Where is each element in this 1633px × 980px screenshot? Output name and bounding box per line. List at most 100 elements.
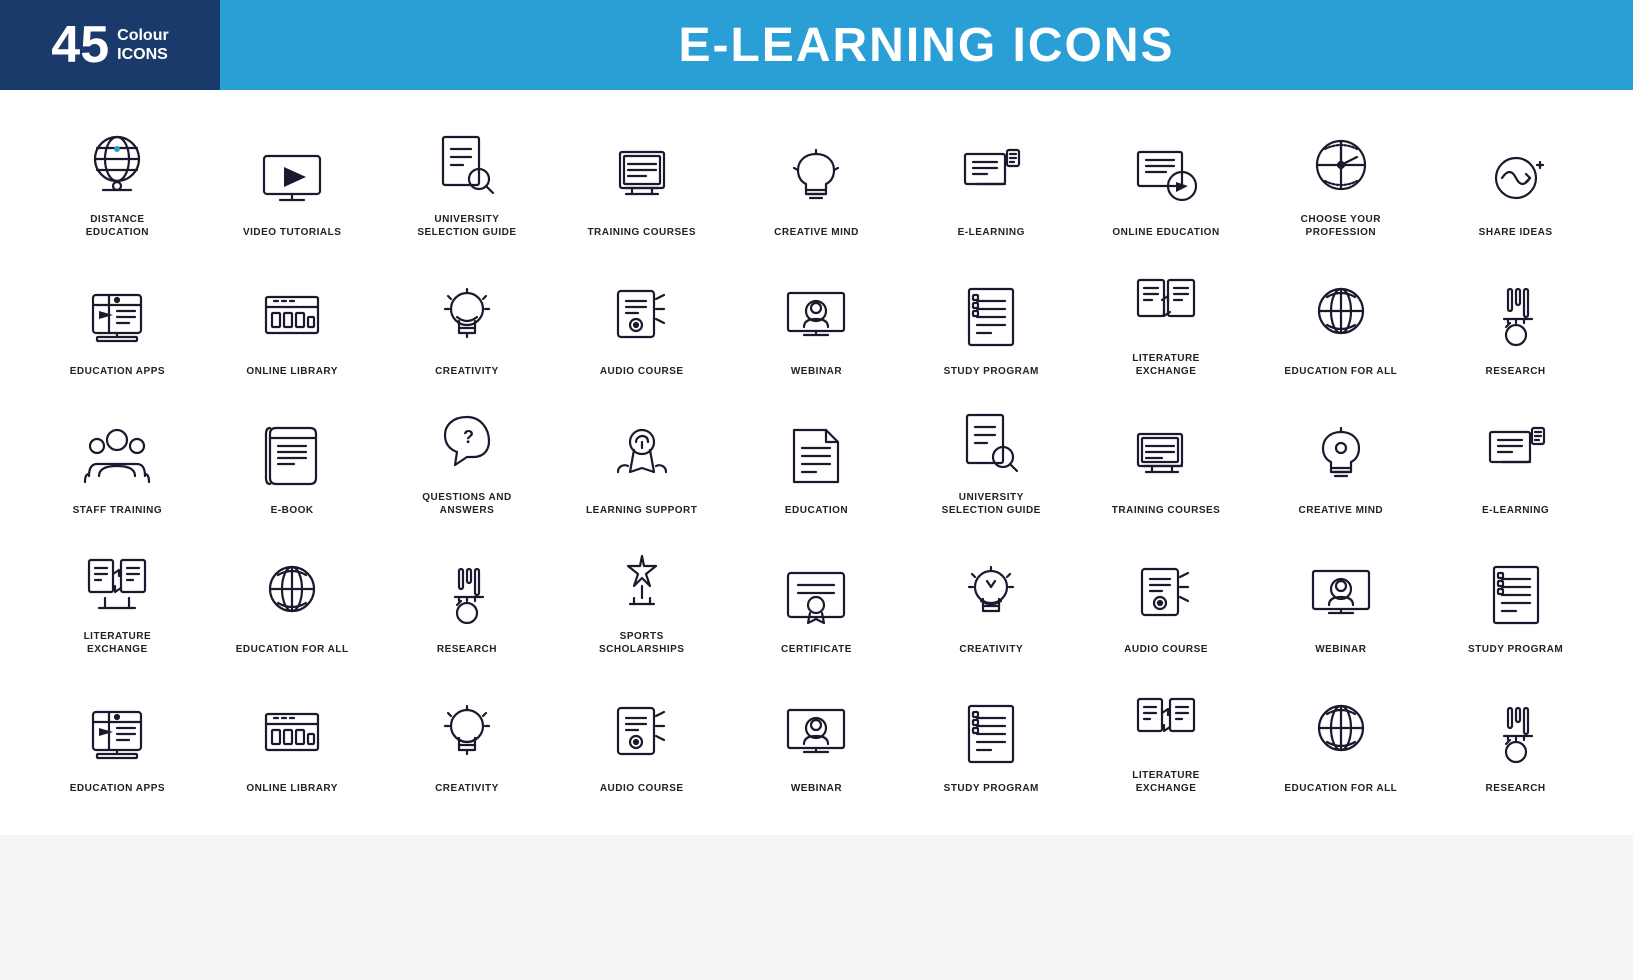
learning-support-label: LEARNING SUPPORT	[586, 504, 697, 517]
icon-study-program3[interactable]: STUDY PROGRAM	[904, 666, 1079, 805]
icon-audio-course[interactable]: AUDIO COURSE	[554, 249, 729, 388]
literature-exchange3-label: LITERATURE EXCHANGE	[1106, 769, 1226, 795]
icon-questions-and-answers[interactable]: ? QUESTIONS AND ANSWERS	[380, 388, 555, 527]
certificate-icon	[776, 555, 856, 635]
badge-text: Colour ICONS	[117, 26, 169, 64]
training-courses-icon	[602, 138, 682, 218]
icon-education[interactable]: EDUCATION	[729, 388, 904, 527]
icon-audio-course3[interactable]: AUDIO COURSE	[554, 666, 729, 805]
research3-label: RESEARCH	[1486, 782, 1546, 795]
icon-creativity-r2[interactable]: CREATIVITY	[380, 249, 555, 388]
icon-research3[interactable]: RESEARCH	[1428, 666, 1603, 805]
distance-education-label: DISTANCE EDUCATION	[57, 213, 177, 239]
education-for-all3-icon	[1301, 694, 1381, 774]
creativity2-label: CREATIVITY	[959, 643, 1023, 656]
icon-education-apps2[interactable]: EDUCATION APPS	[30, 666, 205, 805]
education-for-all-label: EDUCATION FOR ALL	[1284, 365, 1397, 378]
webinar3-icon	[776, 694, 856, 774]
online-library-icon	[252, 277, 332, 357]
e-book-label: E-BOOK	[271, 504, 314, 517]
literature-exchange2-label: LITERATURE EXCHANGE	[57, 630, 177, 656]
icon-share-ideas[interactable]: SHARE IDEAS	[1428, 110, 1603, 249]
creative-mind-label: CREATIVE MIND	[774, 226, 859, 239]
icon-education-apps[interactable]: EDUCATION APPS	[30, 249, 205, 388]
online-library-label: ONLINE LIBRARY	[246, 365, 338, 378]
webinar3-label: WEBINAR	[791, 782, 842, 795]
distance-education-icon	[77, 125, 157, 205]
icon-education-for-all3[interactable]: EDUCATION FOR ALL	[1253, 666, 1428, 805]
icon-university-selection-guide[interactable]: UNIVERSITY SELECTION GUIDE	[380, 110, 555, 249]
share-ideas-icon	[1476, 138, 1556, 218]
education-for-all-icon	[1301, 277, 1381, 357]
icon-creativity2[interactable]: CREATIVITY	[904, 527, 1079, 666]
icon-learning-support[interactable]: LEARNING SUPPORT	[554, 388, 729, 527]
certificate-label: CERTIFICATE	[781, 643, 852, 656]
icon-education-for-all[interactable]: EDUCATION FOR ALL	[1253, 249, 1428, 388]
icon-creative-mind2[interactable]: CREATIVE MIND	[1253, 388, 1428, 527]
badge-number: 45	[51, 19, 109, 71]
education-apps2-label: EDUCATION APPS	[70, 782, 165, 795]
audio-course-icon	[602, 277, 682, 357]
creative-mind2-label: CREATIVE MIND	[1299, 504, 1384, 517]
icon-webinar[interactable]: WEBINAR	[729, 249, 904, 388]
icon-certificate[interactable]: CERTIFICATE	[729, 527, 904, 666]
icon-video-tutorials[interactable]: VIDEO TUTORIALS	[205, 110, 380, 249]
icon-audio-course2[interactable]: AUDIO COURSE	[1079, 527, 1254, 666]
education-icon	[776, 416, 856, 496]
icon-e-learning[interactable]: E-LEARNING	[904, 110, 1079, 249]
icon-literature-exchange[interactable]: LITERATURE EXCHANGE	[1079, 249, 1254, 388]
icon-training-courses2[interactable]: TRAINING COURSES	[1079, 388, 1254, 527]
university-selection-guide2-icon	[951, 403, 1031, 483]
icons-grid: DISTANCE EDUCATION VIDEO TUTORIALS	[30, 110, 1603, 805]
training-courses2-label: TRAINING COURSES	[1112, 504, 1221, 517]
icon-online-library[interactable]: ONLINE LIBRARY	[205, 249, 380, 388]
research2-icon	[427, 555, 507, 635]
e-learning-label: E-LEARNING	[958, 226, 1025, 239]
education-for-all3-label: EDUCATION FOR ALL	[1284, 782, 1397, 795]
icon-staff-training[interactable]: STAFF TRAINING	[30, 388, 205, 527]
icon-e-book[interactable]: E-BOOK	[205, 388, 380, 527]
badge-line1: Colour	[117, 26, 169, 45]
creative-mind2-icon	[1301, 416, 1381, 496]
choose-your-profession-label: CHOOSE YOUR PROFESSION	[1281, 213, 1401, 239]
staff-training-label: STAFF TRAINING	[73, 504, 163, 517]
icon-webinar3[interactable]: WEBINAR	[729, 666, 904, 805]
icon-creative-mind[interactable]: CREATIVE MIND	[729, 110, 904, 249]
university-selection-guide-icon	[427, 125, 507, 205]
icon-webinar2[interactable]: WEBINAR	[1253, 527, 1428, 666]
study-program2-icon	[1476, 555, 1556, 635]
icon-e-learning2[interactable]: E-LEARNING	[1428, 388, 1603, 527]
learning-support-icon	[602, 416, 682, 496]
icon-distance-education[interactable]: DISTANCE EDUCATION	[30, 110, 205, 249]
e-learning-icon	[951, 138, 1031, 218]
icon-literature-exchange3[interactable]: LITERATURE EXCHANGE	[1079, 666, 1254, 805]
choose-your-profession-icon	[1301, 125, 1381, 205]
icon-research[interactable]: RESEARCH	[1428, 249, 1603, 388]
questions-and-answers-icon: ?	[427, 403, 507, 483]
literature-exchange-icon	[1126, 264, 1206, 344]
icon-training-courses[interactable]: TRAINING COURSES	[554, 110, 729, 249]
icon-study-program2[interactable]: STUDY PROGRAM	[1428, 527, 1603, 666]
icon-creativity3[interactable]: CREATIVITY	[380, 666, 555, 805]
icon-choose-your-profession[interactable]: CHOOSE YOUR PROFESSION	[1253, 110, 1428, 249]
education-for-all2-label: EDUCATION FOR ALL	[236, 643, 349, 656]
icon-research2[interactable]: RESEARCH	[380, 527, 555, 666]
icon-education-for-all2[interactable]: EDUCATION FOR ALL	[205, 527, 380, 666]
study-program3-label: STUDY PROGRAM	[944, 782, 1039, 795]
creativity-r2-icon	[427, 277, 507, 357]
icon-university-selection-guide2[interactable]: UNIVERSITY SELECTION GUIDE	[904, 388, 1079, 527]
webinar-label: WEBINAR	[791, 365, 842, 378]
icon-online-library2[interactable]: ONLINE LIBRARY	[205, 666, 380, 805]
icon-online-education[interactable]: ONLINE EDUCATION	[1079, 110, 1254, 249]
header-badge: 45 Colour ICONS	[0, 0, 220, 90]
university-selection-guide2-label: UNIVERSITY SELECTION GUIDE	[931, 491, 1051, 517]
icon-literature-exchange2[interactable]: LITERATURE EXCHANGE	[30, 527, 205, 666]
audio-course-label: AUDIO COURSE	[600, 365, 684, 378]
literature-exchange2-icon	[77, 542, 157, 622]
e-learning2-label: E-LEARNING	[1482, 504, 1549, 517]
webinar2-icon	[1301, 555, 1381, 635]
video-tutorials-label: VIDEO TUTORIALS	[243, 226, 341, 239]
education-apps-icon	[77, 277, 157, 357]
icon-sports-scholarships[interactable]: SPORTS SCHOLARSHIPS	[554, 527, 729, 666]
icon-study-program[interactable]: STUDY PROGRAM	[904, 249, 1079, 388]
